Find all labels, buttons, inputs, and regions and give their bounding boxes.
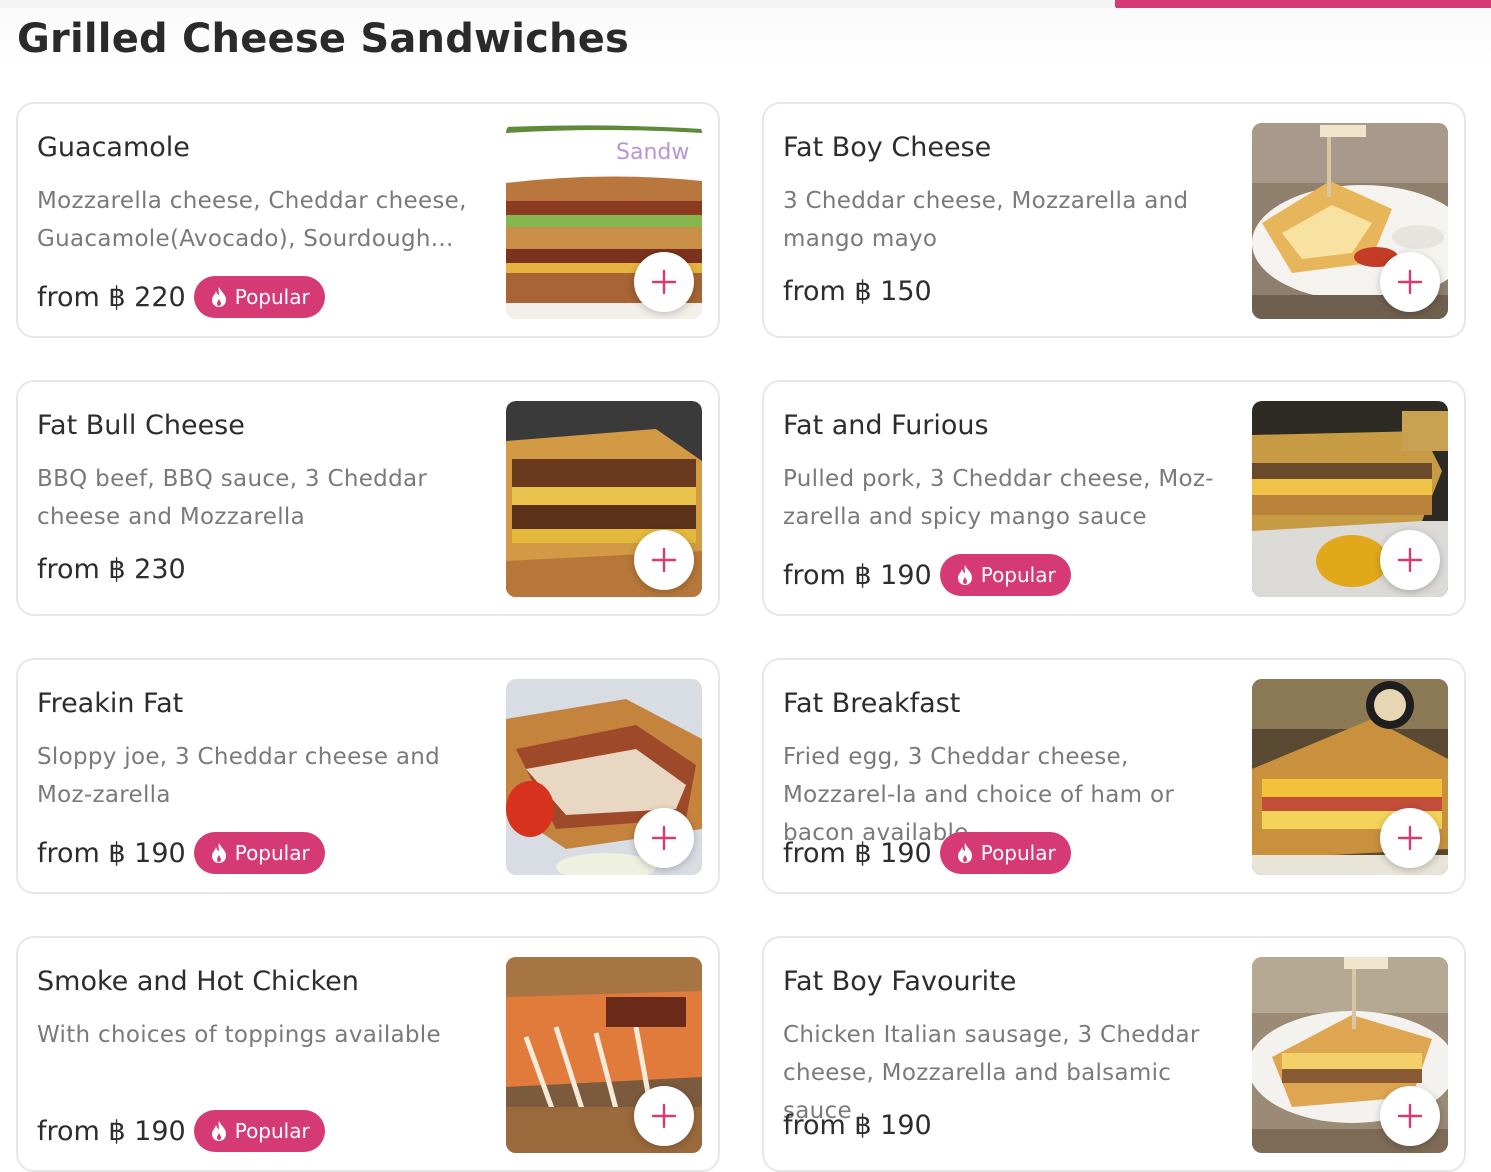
popular-badge: Popular [939, 832, 1071, 874]
add-to-cart-button[interactable] [634, 252, 694, 312]
popular-badge: Popular [193, 832, 325, 874]
add-to-cart-button[interactable] [1380, 1086, 1440, 1146]
price-row: from ฿ 150 [783, 276, 932, 307]
menu-item-card[interactable]: Smoke and Hot Chicken With choices of to… [16, 936, 720, 1172]
popular-badge: Popular [939, 554, 1071, 596]
item-price: from ฿ 150 [783, 276, 932, 307]
item-price: from ฿ 230 [37, 554, 186, 585]
plus-icon [651, 825, 677, 851]
menu-item-card[interactable]: Fat Breakfast Fried egg, 3 Cheddar chees… [762, 658, 1466, 894]
popular-badge: Popular [193, 276, 325, 318]
add-to-cart-button[interactable] [1380, 808, 1440, 868]
badge-label: Popular [234, 841, 310, 865]
price-row: from ฿ 230 [37, 554, 186, 585]
item-name: Freakin Fat [37, 688, 184, 719]
item-name: Guacamole [37, 132, 190, 163]
section-header: Grilled Cheese Sandwiches [0, 8, 1491, 70]
item-price: from ฿ 190 [37, 1115, 186, 1147]
plus-icon [1397, 547, 1423, 573]
flame-icon [211, 1121, 226, 1141]
badge-label: Popular [234, 285, 310, 309]
item-name: Fat Breakfast [783, 688, 961, 719]
plus-icon [1397, 269, 1423, 295]
item-description: With choices of toppings available [37, 1022, 441, 1048]
item-description: 3 Cheddar cheese, Mozzarella and mango m… [783, 188, 1189, 252]
add-to-cart-button[interactable] [634, 1086, 694, 1146]
section-title: Grilled Cheese Sandwiches [17, 16, 630, 62]
menu-item-card[interactable]: Guacamole Mozzarella cheese, Cheddar che… [16, 102, 720, 338]
add-to-cart-button[interactable] [1380, 252, 1440, 312]
item-name: Fat Boy Favourite [783, 966, 1017, 997]
image-overlay-text: Sandw [616, 140, 689, 165]
item-name: Fat Bull Cheese [37, 410, 245, 441]
item-description: Mozzarella cheese, Cheddar cheese, Guaca… [37, 188, 467, 252]
plus-icon [651, 547, 677, 573]
item-description: Pulled pork, 3 Cheddar cheese, Moz-zarel… [783, 466, 1214, 530]
add-to-cart-button[interactable] [634, 808, 694, 868]
item-name: Fat Boy Cheese [783, 132, 992, 163]
item-name: Smoke and Hot Chicken [37, 966, 359, 997]
popular-badge: Popular [193, 1110, 325, 1152]
item-name: Fat and Furious [783, 410, 989, 441]
add-to-cart-button[interactable] [634, 530, 694, 590]
plus-icon [1397, 825, 1423, 851]
plus-icon [651, 1103, 677, 1129]
price-row: from ฿ 190 Popular [783, 554, 1071, 596]
menu-item-card[interactable]: Fat Boy Favourite Chicken Italian sausag… [762, 936, 1466, 1172]
plus-icon [651, 269, 677, 295]
item-price: from ฿ 220 [37, 281, 186, 313]
plus-icon [1397, 1103, 1423, 1129]
price-row: from ฿ 190 [783, 1110, 932, 1141]
price-row: from ฿ 220 Popular [37, 276, 325, 318]
badge-label: Popular [234, 1119, 310, 1143]
menu-item-card[interactable]: Fat Boy Cheese 3 Cheddar cheese, Mozzare… [762, 102, 1466, 338]
menu-item-grid: Guacamole Mozzarella cheese, Cheddar che… [16, 102, 1466, 1172]
price-row: from ฿ 190 Popular [37, 832, 325, 874]
badge-label: Popular [980, 841, 1056, 865]
item-price: from ฿ 190 [783, 837, 932, 869]
flame-icon [211, 843, 226, 863]
flame-icon [957, 843, 972, 863]
add-to-cart-button[interactable] [1380, 530, 1440, 590]
item-price: from ฿ 190 [37, 837, 186, 869]
item-price: from ฿ 190 [783, 1110, 932, 1141]
flame-icon [957, 565, 972, 585]
price-row: from ฿ 190 Popular [783, 832, 1071, 874]
flame-icon [211, 287, 226, 307]
item-description: BBQ beef, BBQ sauce, 3 Cheddar cheese an… [37, 466, 428, 530]
badge-label: Popular [980, 563, 1056, 587]
item-description: Sloppy joe, 3 Cheddar cheese and Moz-zar… [37, 744, 441, 808]
menu-item-card[interactable]: Fat Bull Cheese BBQ beef, BBQ sauce, 3 C… [16, 380, 720, 616]
menu-item-card[interactable]: Freakin Fat Sloppy joe, 3 Cheddar cheese… [16, 658, 720, 894]
price-row: from ฿ 190 Popular [37, 1110, 325, 1152]
scroll-progress-indicator [1115, 0, 1491, 8]
menu-item-card[interactable]: Fat and Furious Pulled pork, 3 Cheddar c… [762, 380, 1466, 616]
item-price: from ฿ 190 [783, 559, 932, 591]
